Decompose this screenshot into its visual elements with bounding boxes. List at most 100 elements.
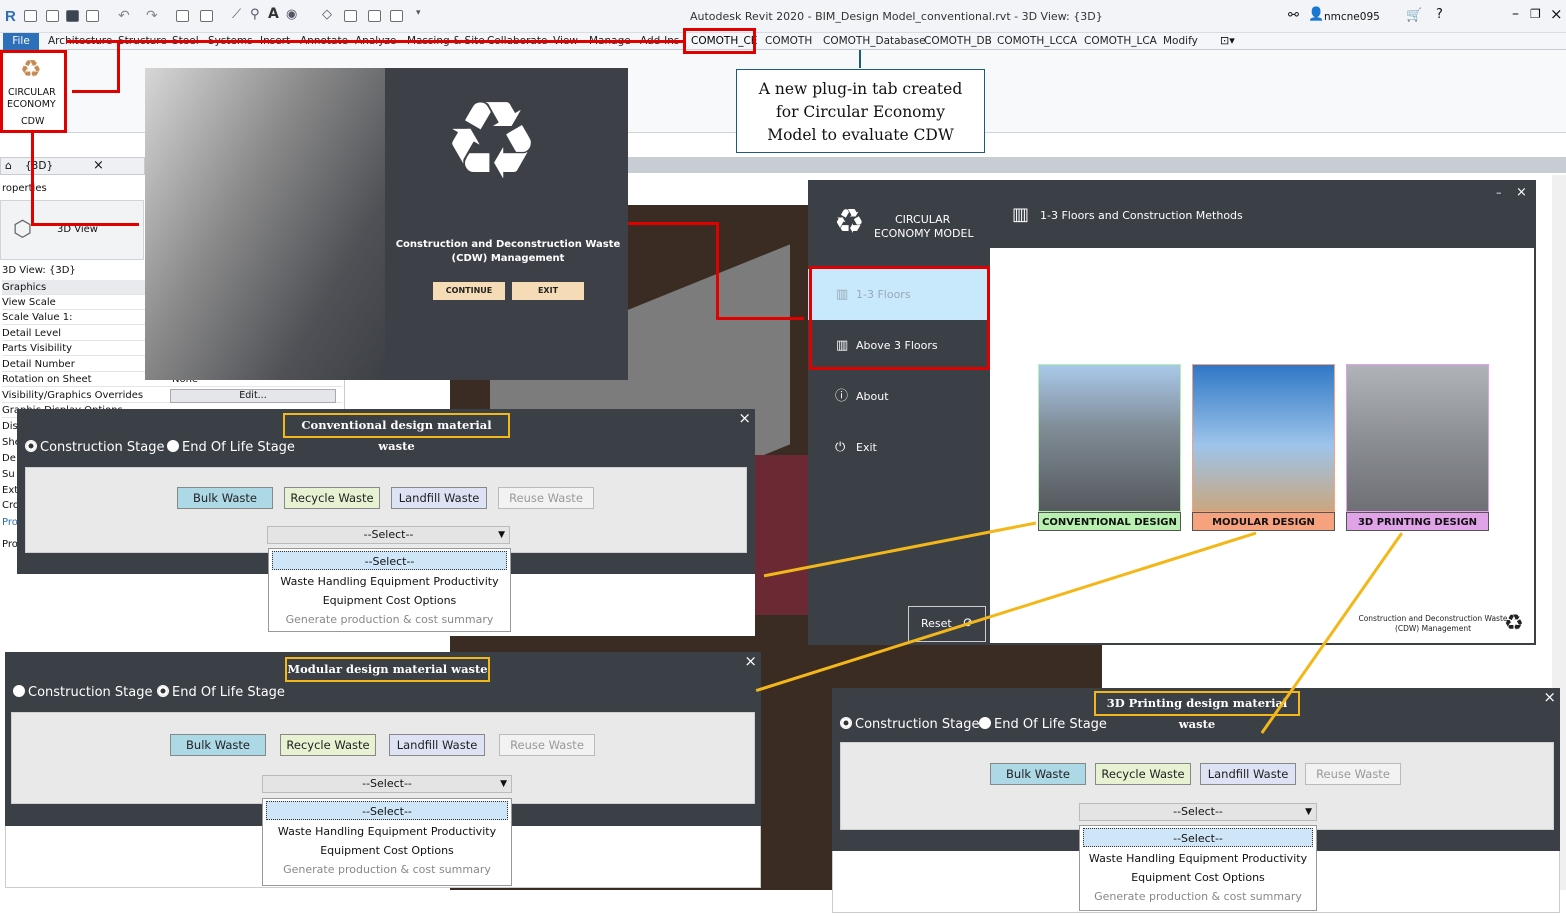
option-equipment-cost[interactable]: Equipment Cost Options xyxy=(269,591,510,610)
option-equipment-cost[interactable]: Equipment Cost Options xyxy=(1080,868,1316,887)
redo-icon[interactable]: ↷ xyxy=(146,8,158,24)
ce-logo-icon: ♻ xyxy=(834,202,865,242)
tab-comoth-lca[interactable]: COMOTH_LCA xyxy=(1084,35,1157,47)
printing-title: 3D Printing design material waste xyxy=(1094,691,1300,731)
card-conventional-image[interactable] xyxy=(1038,364,1181,512)
sync-icon[interactable] xyxy=(86,10,99,22)
user-name[interactable]: nmcne095 xyxy=(1324,11,1380,23)
help-icon[interactable]: ? xyxy=(1436,7,1443,22)
type-selector[interactable]: ⬡ 3D View xyxy=(0,200,144,260)
view-selector-label[interactable]: 3D View: {3D} xyxy=(2,265,76,276)
modular-select[interactable]: --Select-- ▼ xyxy=(262,775,512,793)
modular-reuse-waste-button[interactable]: Reuse Waste xyxy=(499,734,595,756)
close-icon[interactable]: × xyxy=(1550,5,1563,23)
print-icon[interactable] xyxy=(176,10,189,22)
printing-close-icon[interactable]: × xyxy=(1543,688,1556,706)
conventional-select[interactable]: --Select-- ▼ xyxy=(267,526,510,544)
option-equipment-cost[interactable]: Equipment Cost Options xyxy=(263,841,511,860)
conventional-dropdown[interactable]: --Select-- Waste Handling Equipment Prod… xyxy=(268,548,511,632)
revit-logo-icon[interactable]: R xyxy=(5,8,16,25)
printing-recycle-waste-button[interactable]: Recycle Waste xyxy=(1095,763,1191,785)
cart-icon[interactable]: 🛒 xyxy=(1406,8,1422,23)
option-equipment-productivity[interactable]: Waste Handling Equipment Productivity xyxy=(263,822,511,841)
minimize-icon[interactable]: – xyxy=(1512,6,1519,22)
printing-bulk-waste-button[interactable]: Bulk Waste xyxy=(990,763,1086,785)
3d-view-icon[interactable]: ◉ xyxy=(286,7,297,22)
exit-button[interactable]: EXIT xyxy=(512,282,584,300)
conventional-recycle-waste-button[interactable]: Recycle Waste xyxy=(284,487,380,509)
modular-dropdown[interactable]: --Select-- Waste Handling Equipment Prod… xyxy=(262,798,512,886)
modular-close-icon[interactable]: × xyxy=(744,652,757,670)
card-3d-printing-image[interactable] xyxy=(1346,364,1489,512)
modular-bulk-waste-button[interactable]: Bulk Waste xyxy=(170,734,266,756)
radio-icon xyxy=(979,717,991,729)
close-hidden-icon[interactable] xyxy=(368,10,381,22)
conventional-bulk-waste-button[interactable]: Bulk Waste xyxy=(177,487,273,509)
modular-radio-construction[interactable]: Construction Stage xyxy=(13,685,152,700)
card-modular-image[interactable] xyxy=(1192,364,1335,512)
continue-button[interactable]: CONTINUE xyxy=(433,282,505,300)
text-icon[interactable]: A xyxy=(268,6,279,22)
binoculars-icon[interactable]: ⚯ xyxy=(1288,8,1299,23)
tab-comoth-lcca[interactable]: COMOTH_LCCA xyxy=(997,35,1077,47)
printing-radio-end-of-life[interactable]: End Of Life Stage xyxy=(979,717,1107,732)
printing-reuse-waste-button[interactable]: Reuse Waste xyxy=(1305,763,1401,785)
radio-label: End Of Life Stage xyxy=(994,717,1107,732)
open-icon[interactable] xyxy=(24,10,37,22)
customize-qat-icon[interactable]: ▾ xyxy=(416,8,421,18)
card-3d-printing-label[interactable]: 3D PRINTING DESIGN xyxy=(1346,512,1489,531)
printing-select[interactable]: --Select-- ▼ xyxy=(1079,803,1317,821)
folder-icon[interactable] xyxy=(46,10,59,22)
view-tab-close-icon[interactable]: × xyxy=(93,158,104,173)
conventional-close-icon[interactable]: × xyxy=(738,409,751,427)
option-generate-summary[interactable]: Generate production & cost summary xyxy=(263,860,511,879)
info-icon: ⓘ xyxy=(835,389,849,404)
ce-close-icon[interactable]: × xyxy=(1516,185,1527,200)
conventional-radio-end-of-life[interactable]: End Of Life Stage xyxy=(167,440,295,455)
option-generate-summary[interactable]: Generate production & cost summary xyxy=(1080,887,1316,906)
tag-icon[interactable]: ⚲ xyxy=(250,7,260,22)
radio-label: Construction Stage xyxy=(28,685,153,700)
tab-comoth-db[interactable]: COMOTH_DB xyxy=(924,35,992,47)
printing-radio-construction[interactable]: Construction Stage xyxy=(840,717,979,732)
menu-exit[interactable]: ⏻ Exit xyxy=(808,422,988,473)
section-icon[interactable]: ◇ xyxy=(322,7,332,22)
modular-recycle-waste-button[interactable]: Recycle Waste xyxy=(280,734,376,756)
dimension-icon[interactable]: ⟋ xyxy=(232,7,241,22)
conventional-title: Conventional design material waste xyxy=(283,413,510,453)
conventional-radio-construction[interactable]: Construction Stage xyxy=(25,440,164,455)
option-select[interactable]: --Select-- xyxy=(1083,828,1313,847)
option-generate-summary[interactable]: Generate production & cost summary xyxy=(269,610,510,629)
card-modular-label[interactable]: MODULAR DESIGN xyxy=(1192,512,1335,531)
modular-landfill-waste-button[interactable]: Landfill Waste xyxy=(389,734,485,756)
conventional-landfill-waste-button[interactable]: Landfill Waste xyxy=(391,487,487,509)
reset-button[interactable]: Reset ⟳ xyxy=(908,606,986,642)
tab-comoth[interactable]: COMOTH xyxy=(765,35,812,47)
option-select[interactable]: --Select-- xyxy=(266,801,508,820)
printing-dropdown[interactable]: --Select-- Waste Handling Equipment Prod… xyxy=(1079,825,1317,911)
tab-file[interactable]: File xyxy=(3,33,39,50)
card-conventional-label[interactable]: CONVENTIONAL DESIGN xyxy=(1038,512,1181,531)
measure-icon[interactable] xyxy=(200,10,213,22)
user-icon[interactable]: 👤 xyxy=(1308,7,1324,22)
save-icon[interactable] xyxy=(66,10,79,22)
option-select[interactable]: --Select-- xyxy=(272,551,507,570)
restore-icon[interactable]: ❐ xyxy=(1530,7,1541,21)
undo-icon[interactable]: ↶ xyxy=(118,8,130,24)
switch-windows-icon[interactable] xyxy=(390,10,403,22)
option-equipment-productivity[interactable]: Waste Handling Equipment Productivity xyxy=(1080,849,1316,868)
ribbon-options-icon[interactable]: ⊡▾ xyxy=(1220,34,1235,47)
printing-landfill-waste-button[interactable]: Landfill Waste xyxy=(1200,763,1296,785)
view-tab[interactable]: ⌂ {3D} × xyxy=(0,157,145,175)
modular-radio-end-of-life[interactable]: End Of Life Stage xyxy=(157,685,285,700)
conventional-reuse-waste-button[interactable]: Reuse Waste xyxy=(498,487,594,509)
thin-lines-icon[interactable] xyxy=(344,10,357,22)
tab-comoth-database[interactable]: COMOTH_Database xyxy=(823,35,926,47)
edit-button[interactable]: Edit... xyxy=(170,389,336,403)
tab-modify[interactable]: Modify xyxy=(1163,35,1198,47)
ce-header: 1-3 Floors and Construction Methods xyxy=(1040,209,1243,222)
red-connector-8 xyxy=(716,317,804,320)
option-equipment-productivity[interactable]: Waste Handling Equipment Productivity xyxy=(269,572,510,591)
ce-minimize-icon[interactable]: – xyxy=(1496,186,1502,199)
menu-about[interactable]: ⓘ About xyxy=(808,371,988,422)
